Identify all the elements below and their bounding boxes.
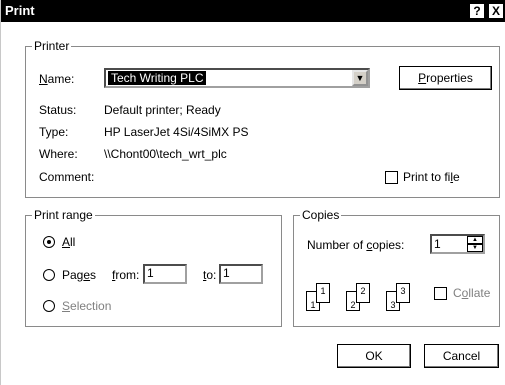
print-to-file-checkbox[interactable]: [385, 171, 398, 184]
copies-stepper[interactable]: 1 ▲ ▼: [430, 234, 485, 254]
title-bar: Print ? X: [1, 0, 505, 22]
printer-group-legend: Printer: [32, 39, 72, 53]
print-dialog: Print ? X Printer Name: Tech Writing PLC…: [0, 0, 505, 385]
copies-value: 1: [434, 237, 441, 251]
collate-icon: 1 1 2 2 3 3: [306, 283, 421, 313]
print-range-legend: Print range: [32, 208, 95, 222]
comment-label: Comment:: [39, 170, 95, 184]
from-input[interactable]: 1: [143, 264, 187, 284]
selection-radio[interactable]: [43, 300, 55, 312]
chevron-down-icon[interactable]: ▼: [352, 70, 368, 86]
copies-legend: Copies: [300, 208, 342, 222]
close-button[interactable]: X: [488, 3, 504, 19]
where-label: Where:: [39, 147, 78, 161]
status-value: Default printer; Ready: [104, 103, 221, 117]
type-label: Type:: [39, 125, 69, 139]
to-label: to:: [203, 268, 217, 282]
all-radio[interactable]: [43, 236, 55, 248]
spin-down-icon[interactable]: ▼: [467, 244, 483, 252]
name-label: Name:: [39, 72, 75, 86]
number-of-copies-label: Number of copies:: [307, 238, 405, 252]
all-radio-label[interactable]: All: [62, 235, 75, 249]
where-value: \\Chont00\tech_wrt_plc: [104, 147, 227, 161]
to-input[interactable]: 1: [219, 264, 263, 284]
selection-radio-label[interactable]: Selection: [62, 299, 111, 313]
collate-sheet: 2: [356, 283, 370, 303]
collate-sheet: 3: [396, 283, 410, 303]
pages-radio-label[interactable]: Pages: [62, 268, 96, 282]
ok-button[interactable]: OK: [337, 344, 411, 368]
cancel-button[interactable]: Cancel: [424, 344, 499, 368]
properties-button-label: roperties: [426, 71, 473, 85]
spin-up-icon[interactable]: ▲: [467, 236, 483, 244]
help-button[interactable]: ?: [469, 3, 485, 19]
collate-sheet: 1: [316, 283, 330, 303]
status-label: Status:: [39, 103, 77, 117]
properties-button[interactable]: Properties: [399, 66, 492, 90]
pages-radio[interactable]: [43, 269, 55, 281]
printer-name-combo[interactable]: Tech Writing PLC ▼: [104, 68, 370, 88]
from-label: from:: [112, 268, 140, 282]
collate-label[interactable]: Collate: [453, 286, 490, 300]
type-value: HP LaserJet 4Si/4SiMX PS: [104, 125, 249, 139]
printer-name-value: Tech Writing PLC: [108, 71, 207, 85]
print-to-file-label[interactable]: Print to file: [403, 170, 460, 184]
collate-checkbox[interactable]: [434, 287, 447, 300]
window-title: Print: [5, 3, 35, 18]
